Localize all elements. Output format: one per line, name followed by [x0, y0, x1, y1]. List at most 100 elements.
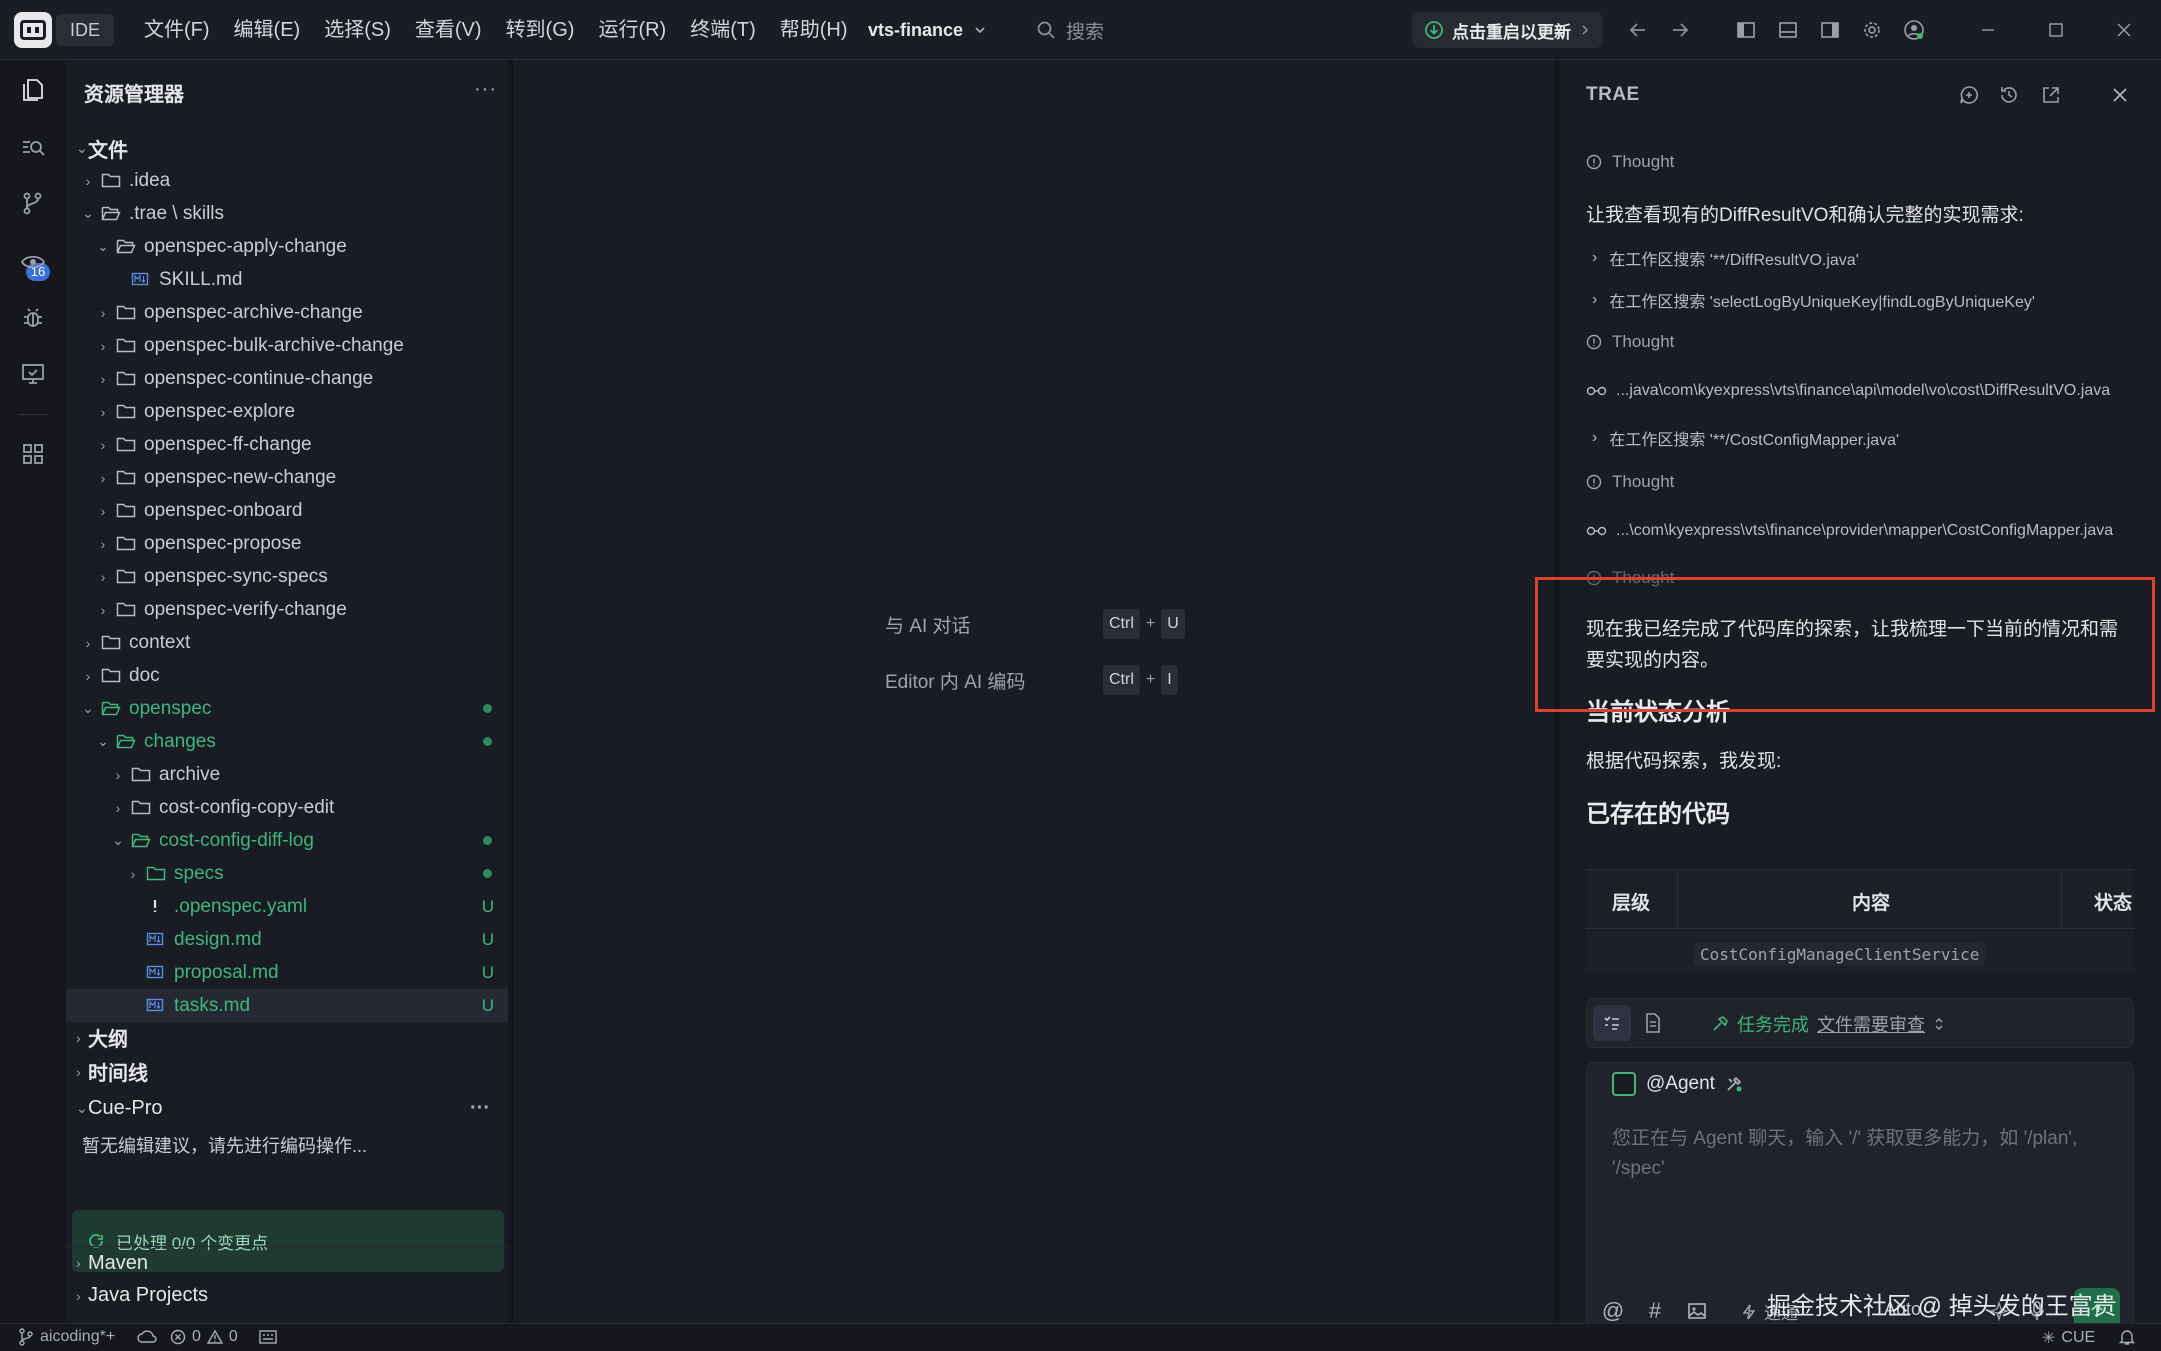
task-complete-status[interactable]: 任务完成 文件需要审查 — [1711, 1011, 1945, 1037]
menu-run[interactable]: 运行(R) — [586, 14, 678, 46]
tree-folder[interactable]: › openspec-archive-change — [66, 296, 508, 329]
outline-section-header[interactable]: › 大纲 — [66, 1021, 508, 1054]
menu-goto[interactable]: 转到(G) — [494, 14, 587, 46]
chevron-right-icon — [1582, 25, 1589, 35]
restart-update-button[interactable]: 点击重启以更新 — [1412, 12, 1603, 48]
search-step[interactable]: › 在工作区搜索 '**/CostConfigMapper.java' — [1592, 426, 1899, 450]
extensions-grid-icon[interactable] — [17, 438, 49, 470]
tree-folder[interactable]: › openspec-sync-specs — [66, 560, 508, 593]
source-control-icon[interactable] — [17, 188, 49, 220]
folder-icon — [101, 667, 123, 685]
output-panel-icon[interactable] — [258, 1329, 278, 1345]
cue-pro-more-button[interactable]: ··· — [470, 1097, 490, 1120]
hammer-icon — [1713, 1016, 1728, 1031]
files-section-header[interactable]: ⌄ 文件 — [66, 132, 508, 165]
tree-folder[interactable]: › cost-config-copy-edit — [66, 791, 508, 824]
tree-folder[interactable]: › openspec-new-change — [66, 461, 508, 494]
tree-folder[interactable]: › openspec-continue-change — [66, 362, 508, 395]
back-arrow-icon[interactable] — [1626, 18, 1650, 42]
forward-arrow-icon[interactable] — [1668, 18, 1692, 42]
at-mention-icon[interactable]: @ — [1600, 1298, 1626, 1324]
explorer-more-button[interactable]: ··· — [474, 78, 497, 101]
tree-folder[interactable]: › openspec-verify-change — [66, 593, 508, 626]
chevron-down-icon — [975, 27, 985, 34]
menu-help[interactable]: 帮助(H) — [768, 14, 860, 46]
history-icon[interactable] — [1996, 82, 2022, 108]
tree-folder[interactable]: › context — [66, 626, 508, 659]
debug-bug-icon[interactable] — [17, 302, 49, 334]
tree-file[interactable]: design.md U — [66, 923, 508, 956]
tree-folder[interactable]: ⌄ openspec-apply-change — [66, 230, 508, 263]
read-file-item[interactable]: ...java\com\kyexpress\vts\finance\api\mo… — [1586, 382, 2110, 400]
cue-pro-hint: 暂无编辑建议，请先进行编码操作... — [82, 1136, 368, 1156]
tree-file[interactable]: SKILL.md — [66, 263, 508, 296]
menu-view[interactable]: 查看(V) — [403, 14, 494, 46]
java-projects-section-header[interactable]: › Java Projects — [66, 1279, 508, 1312]
cue-pro-section-header[interactable]: ⌄ Cue-Pro ··· — [66, 1092, 508, 1125]
open-external-icon[interactable] — [2038, 82, 2064, 108]
tree-folder[interactable]: › openspec-onboard — [66, 494, 508, 527]
minimize-icon[interactable] — [1976, 18, 2000, 42]
tree-folder[interactable]: › openspec-bulk-archive-change — [66, 329, 508, 362]
thought-item[interactable]: Thought — [1586, 472, 1674, 492]
sync-cloud-icon[interactable] — [136, 1328, 158, 1346]
thought-item[interactable]: Thought — [1586, 332, 1674, 352]
warning-triangle-icon — [206, 1329, 223, 1344]
document-icon[interactable] — [1643, 1012, 1663, 1034]
task-list-button[interactable] — [1593, 1005, 1631, 1041]
preview-eye-icon[interactable] — [17, 246, 49, 278]
tree-folder[interactable]: › specs — [66, 857, 508, 890]
settings-gear-icon[interactable] — [1860, 18, 1884, 42]
tree-folder[interactable]: › openspec-explore — [66, 395, 508, 428]
maven-section-header[interactable]: › Maven — [66, 1246, 508, 1279]
menu-edit[interactable]: 编辑(E) — [222, 14, 313, 46]
menu-select[interactable]: 选择(S) — [312, 14, 403, 46]
tree-folder[interactable]: ⌄ cost-config-diff-log — [66, 824, 508, 857]
branch-indicator[interactable]: aicoding*+ — [18, 1328, 115, 1346]
explorer-files-icon[interactable] — [17, 74, 49, 106]
ide-badge[interactable]: IDE — [56, 14, 115, 46]
search-step[interactable]: › 在工作区搜索 'selectLogByUniqueKey|findLogBy… — [1592, 288, 2035, 312]
tree-folder[interactable]: › openspec-ff-change — [66, 428, 508, 461]
chat-input-placeholder[interactable]: 您正在与 Agent 聊天，输入 '/' 获取更多能力，如 '/plan', '… — [1612, 1124, 2112, 1184]
hash-context-icon[interactable]: # — [1642, 1298, 1668, 1324]
chevron-down-icon: ⌄ — [76, 140, 88, 156]
tree-file[interactable]: .openspec.yaml U — [66, 890, 508, 923]
global-search[interactable]: 搜索 — [1036, 14, 1104, 46]
tree-folder[interactable]: ⌄ openspec — [66, 692, 508, 725]
problems-indicator[interactable]: 0 0 — [170, 1328, 238, 1346]
toggle-left-panel-icon[interactable] — [1734, 18, 1758, 42]
git-branch-icon — [19, 1328, 33, 1346]
tree-folder[interactable]: › .idea — [66, 164, 508, 197]
close-panel-icon[interactable] — [2107, 82, 2133, 108]
folder-icon — [116, 337, 138, 355]
toggle-bottom-panel-icon[interactable] — [1776, 18, 1800, 42]
tree-folder[interactable]: ⌄ changes — [66, 725, 508, 758]
project-selector[interactable]: vts-finance — [868, 14, 987, 46]
menu-file[interactable]: 文件(F) — [132, 14, 222, 46]
chevron-right-icon: › — [76, 1029, 81, 1046]
tree-folder[interactable]: › openspec-propose — [66, 527, 508, 560]
remote-monitor-icon[interactable] — [17, 358, 49, 390]
files-review-link[interactable]: 文件需要审查 — [1817, 1011, 1925, 1037]
image-upload-icon[interactable] — [1684, 1298, 1710, 1324]
search-panel-icon[interactable] — [17, 132, 49, 164]
menu-terminal[interactable]: 终端(T) — [678, 14, 768, 46]
tree-file[interactable]: proposal.md U — [66, 956, 508, 989]
search-step[interactable]: › 在工作区搜索 '**/DiffResultVO.java' — [1592, 246, 1859, 270]
toggle-right-panel-icon[interactable] — [1818, 18, 1842, 42]
new-chat-icon[interactable] — [1956, 82, 1982, 108]
notification-bell-icon[interactable] — [2118, 1328, 2136, 1346]
close-window-icon[interactable] — [2112, 18, 2136, 42]
tree-file[interactable]: tasks.md U — [66, 989, 508, 1022]
maximize-icon[interactable] — [2044, 18, 2068, 42]
thought-item[interactable]: Thought — [1586, 152, 1674, 172]
tree-folder[interactable]: › doc — [66, 659, 508, 692]
cue-status[interactable]: ✳ CUE — [2042, 1328, 2095, 1348]
read-file-item[interactable]: ...\com\kyexpress\vts\finance\provider\m… — [1586, 522, 2113, 540]
agent-selector[interactable]: @Agent — [1612, 1072, 1743, 1096]
timeline-section-header[interactable]: › 时间线 — [66, 1055, 508, 1088]
account-icon[interactable] — [1902, 18, 1926, 42]
tree-folder[interactable]: ⌄ .trae \ skills — [66, 197, 508, 230]
tree-folder[interactable]: › archive — [66, 758, 508, 791]
